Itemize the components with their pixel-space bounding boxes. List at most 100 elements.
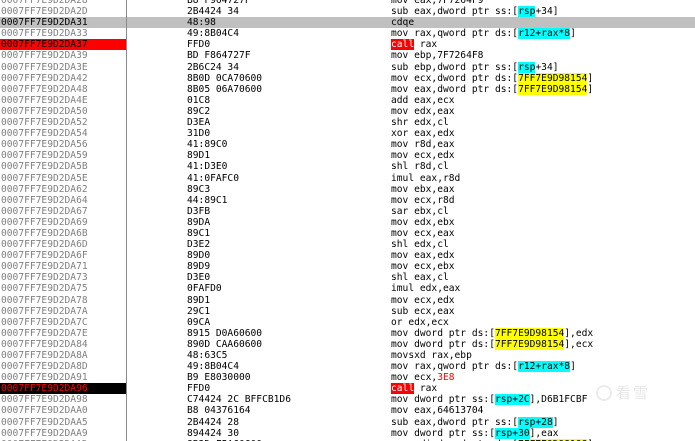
- instruction-row[interactable]: 0007FF7E9D2DA91 B9 E8030000 mov ecx,3E8: [0, 372, 695, 383]
- instruction-row[interactable]: 0007FF7E9D2DA7E 8915 D0A60600 mov dword pt…: [0, 327, 695, 339]
- address-cell[interactable]: 0007FF7E9D2DA62: [0, 184, 127, 195]
- address-cell[interactable]: 0007FF7E9D2DA91: [0, 372, 127, 383]
- address-cell[interactable]: 0007FF7E9D2DAA0: [0, 405, 127, 416]
- address-cell[interactable]: 0007FF7E9D2DA6D: [0, 239, 127, 250]
- address-cell[interactable]: 0007FF7E9D2DA31: [0, 17, 127, 28]
- address-cell[interactable]: 0007FF7E9D2DA73: [0, 272, 127, 283]
- address-cell[interactable]: 0007FF7E9D2DA67: [0, 206, 127, 217]
- address-cell[interactable]: 0007FF7E9D2DAA5: [0, 417, 127, 428]
- address-cell[interactable]: 0007FF7E9D2DA52: [0, 117, 127, 128]
- instruction-row[interactable]: 0007FF7E9D2DAA9 894424 30 mov dword ptr ss…: [0, 427, 695, 439]
- address-cell[interactable]: 0007FF7E9D2DA64: [0, 195, 127, 206]
- instruction-row[interactable]: 0007FF7E9D2DA75 0FAFD0 imul edx,eax: [0, 283, 695, 294]
- address-cell[interactable]: 0007FF7E9D2DA75: [0, 283, 127, 294]
- instruction-row[interactable]: 0007FF7E9D2DA42 8B0D 0CA70600 mov ecx,dwor…: [0, 72, 695, 84]
- instruction-row[interactable]: 0007FF7E9D2DA69 89DA mov edx,ebx: [0, 217, 695, 228]
- instruction-text: mov r8d,eax: [391, 139, 455, 151]
- address-cell[interactable]: 0007FF7E9D2DA33: [0, 28, 127, 39]
- instruction-row[interactable]: 0007FF7E9D2DA4E 01C8 add eax,ecx: [0, 95, 695, 106]
- instruction-text: ]: [587, 83, 594, 95]
- bytes-cell: 31D0: [187, 128, 211, 140]
- disassembly-rows: 0007FF7E9D2DA28 B8 F964727F mov eax,7F7264…: [0, 0, 695, 441]
- instruction-row[interactable]: 0007FF7E9D2DA39 BD F864727F mov ebp,7F7264…: [0, 50, 695, 61]
- address-cell[interactable]: 0007FF7E9D2DA3E: [0, 62, 127, 73]
- instruction-text: rax: [414, 383, 438, 395]
- address-cell[interactable]: 0007FF7E9D2DA48: [0, 84, 127, 95]
- address-cell[interactable]: 0007FF7E9D2DA71: [0, 261, 127, 272]
- instruction-row[interactable]: 0007FF7E9D2DA50 89C2 mov edx,eax: [0, 106, 695, 117]
- disassembly-cell: mov ecx,eax: [391, 228, 455, 239]
- bytes-cell: 44:89C1: [187, 194, 228, 206]
- instruction-row[interactable]: 0007FF7E9D2DA6F 89D0 mov eax,edx: [0, 250, 695, 261]
- address-cell[interactable]: 0007FF7E9D2DA54: [0, 128, 127, 139]
- address-cell[interactable]: 0007FF7E9D2DA8A: [0, 350, 127, 361]
- register-operand: r12+rax*8: [518, 361, 571, 373]
- instruction-row[interactable]: 0007FF7E9D2DA6B 89C1 mov ecx,eax: [0, 228, 695, 239]
- address-cell[interactable]: 0007FF7E9D2DA6F: [0, 250, 127, 261]
- address-cell[interactable]: 0007FF7E9D2DA4E: [0, 95, 127, 106]
- address-cell[interactable]: 0007FF7E9D2DA5E: [0, 173, 127, 184]
- bytes-cell: 09CA: [187, 316, 211, 328]
- address-cell[interactable]: 0007FF7E9D2DA50: [0, 106, 127, 117]
- instruction-row[interactable]: 0007FF7E9D2DA62 89C3 mov ebx,eax: [0, 184, 695, 195]
- bytes-cell: 48:98: [187, 17, 216, 29]
- instruction-row[interactable]: 0007FF7E9D2DA54 31D0 xor eax,edx: [0, 128, 695, 139]
- address-cell[interactable]: 0007FF7E9D2DA42: [0, 73, 127, 84]
- instruction-row[interactable]: 0007FF7E9D2DA5B 41:D3E0 shl r8d,cl: [0, 161, 695, 172]
- instruction-row[interactable]: 0007FF7E9D2DA71 89D9 mov ecx,ebx: [0, 261, 695, 272]
- address-cell[interactable]: 0007FF7E9D2DA2D: [0, 6, 127, 17]
- address-cell[interactable]: 0007FF7E9D2DA78: [0, 295, 127, 306]
- instruction-row[interactable]: 0007FF7E9D2DA5E 41:0FAFC0 imul eax,r8d: [0, 173, 695, 184]
- instruction-row[interactable]: 0007FF7E9D2DAA5 2B4424 28 sub eax,dword pt…: [0, 416, 695, 428]
- address-cell[interactable]: 0007FF7E9D2DA8D: [0, 361, 127, 372]
- current-ip-address[interactable]: 0007FF7E9D2DA96: [0, 383, 127, 395]
- disassembly-cell: imul eax,r8d: [391, 173, 460, 184]
- address-cell[interactable]: 0007FF7E9D2DA84: [0, 339, 127, 350]
- instruction-row[interactable]: 0007FF7E9D2DA7A 29C1 sub ecx,eax: [0, 306, 695, 317]
- address-cell[interactable]: 0007FF7E9D2DA98: [0, 394, 127, 405]
- column-separator[interactable]: [126, 0, 127, 441]
- instruction-row[interactable]: 0007FF7E9D2DA2D 2B4424 34 sub eax,dword pt…: [0, 6, 695, 18]
- instruction-row[interactable]: 0007FF7E9D2DA7C 09CA or edx,ecx: [0, 317, 695, 328]
- instruction-row[interactable]: 0007FF7E9D2DA98 C74424 2C BFFCB1D6 mov dwo…: [0, 394, 695, 406]
- instruction-row[interactable]: 0007FF7E9D2DA3E 2B6C24 34 sub ebp,dword pt…: [0, 61, 695, 73]
- address-cell[interactable]: 0007FF7E9D2DA28: [0, 0, 127, 6]
- instruction-text: mov ebx,eax: [391, 183, 455, 195]
- address-cell[interactable]: 0007FF7E9D2DA59: [0, 150, 127, 161]
- instruction-text: mov dword ptr ss:[: [391, 394, 495, 406]
- bytes-cell: 2B4424 28: [187, 416, 239, 428]
- address-cell[interactable]: 0007FF7E9D2DA69: [0, 217, 127, 228]
- instruction-row[interactable]: 0007FF7E9D2DAA0 B8 04376164 mov eax,646137…: [0, 405, 695, 416]
- instruction-row[interactable]: 0007FF7E9D2DA67 D3FB sar ebx,cl: [0, 206, 695, 217]
- instruction-row[interactable]: 0007FF7E9D2DA78 89D1 mov ecx,edx: [0, 295, 695, 306]
- instruction-row[interactable]: 0007FF7E9D2DA59 89D1 mov ecx,edx: [0, 150, 695, 161]
- address-cell[interactable]: 0007FF7E9D2DA5B: [0, 161, 127, 172]
- address-cell[interactable]: 0007FF7E9D2DA7C: [0, 317, 127, 328]
- instruction-row[interactable]: 0007FF7E9D2DA52 D3EA shr edx,cl: [0, 117, 695, 128]
- address-cell[interactable]: 0007FF7E9D2DA6B: [0, 228, 127, 239]
- instruction-text: sub ecx,eax: [391, 305, 455, 317]
- address-cell[interactable]: 0007FF7E9D2DA56: [0, 139, 127, 150]
- disassembly-view[interactable]: 0007FF7E9D2DA28 B8 F964727F mov eax,7F7264…: [0, 0, 695, 441]
- instruction-row[interactable]: 0007FF7E9D2DA37 FFD0 call rax: [0, 39, 695, 51]
- instruction-row[interactable]: 0007FF7E9D2DA48 8B05 06A70600 mov eax,dwor…: [0, 83, 695, 95]
- bytes-cell: 89D1: [187, 294, 211, 306]
- address-cell[interactable]: 0007FF7E9D2DA7E: [0, 328, 127, 339]
- instruction-row[interactable]: 0007FF7E9D2DA84 890D CAA60600 mov dword pt…: [0, 338, 695, 350]
- instruction-row[interactable]: 0007FF7E9D2DA96 FFD0 call rax: [0, 383, 695, 395]
- instruction-row[interactable]: 0007FF7E9D2DA73 D3E0 shl eax,cl: [0, 272, 695, 283]
- instruction-row[interactable]: 0007FF7E9D2DA56 41:89C0 mov r8d,eax: [0, 139, 695, 150]
- instruction-row[interactable]: 0007FF7E9D2DA8D 49:8B04C4 mov rax,qword pt…: [0, 361, 695, 373]
- disassembly-cell: sar ebx,cl: [391, 206, 449, 217]
- instruction-row[interactable]: 0007FF7E9D2DA64 44:89C1 mov ecx,r8d: [0, 195, 695, 206]
- address-cell[interactable]: 0007FF7E9D2DAA9: [0, 428, 127, 439]
- address-cell[interactable]: 0007FF7E9D2DA39: [0, 50, 127, 61]
- instruction-row[interactable]: 0007FF7E9D2DA6D D3E2 shl edx,cl: [0, 239, 695, 250]
- breakpoint-address[interactable]: 0007FF7E9D2DA37: [0, 39, 127, 51]
- instruction-row-selected[interactable]: 0007FF7E9D2DA31 48:98 cdqe: [0, 17, 695, 29]
- bytes-cell: D3FB: [187, 205, 211, 217]
- instruction-row[interactable]: 0007FF7E9D2DA33 49:8B04C4 mov rax,qword pt…: [0, 28, 695, 40]
- register-operand: rsp+2C: [494, 394, 530, 406]
- address-cell[interactable]: 0007FF7E9D2DA7A: [0, 306, 127, 317]
- instruction-row[interactable]: 0007FF7E9D2DA8A 48:63C5 movsxd rax,ebp: [0, 350, 695, 361]
